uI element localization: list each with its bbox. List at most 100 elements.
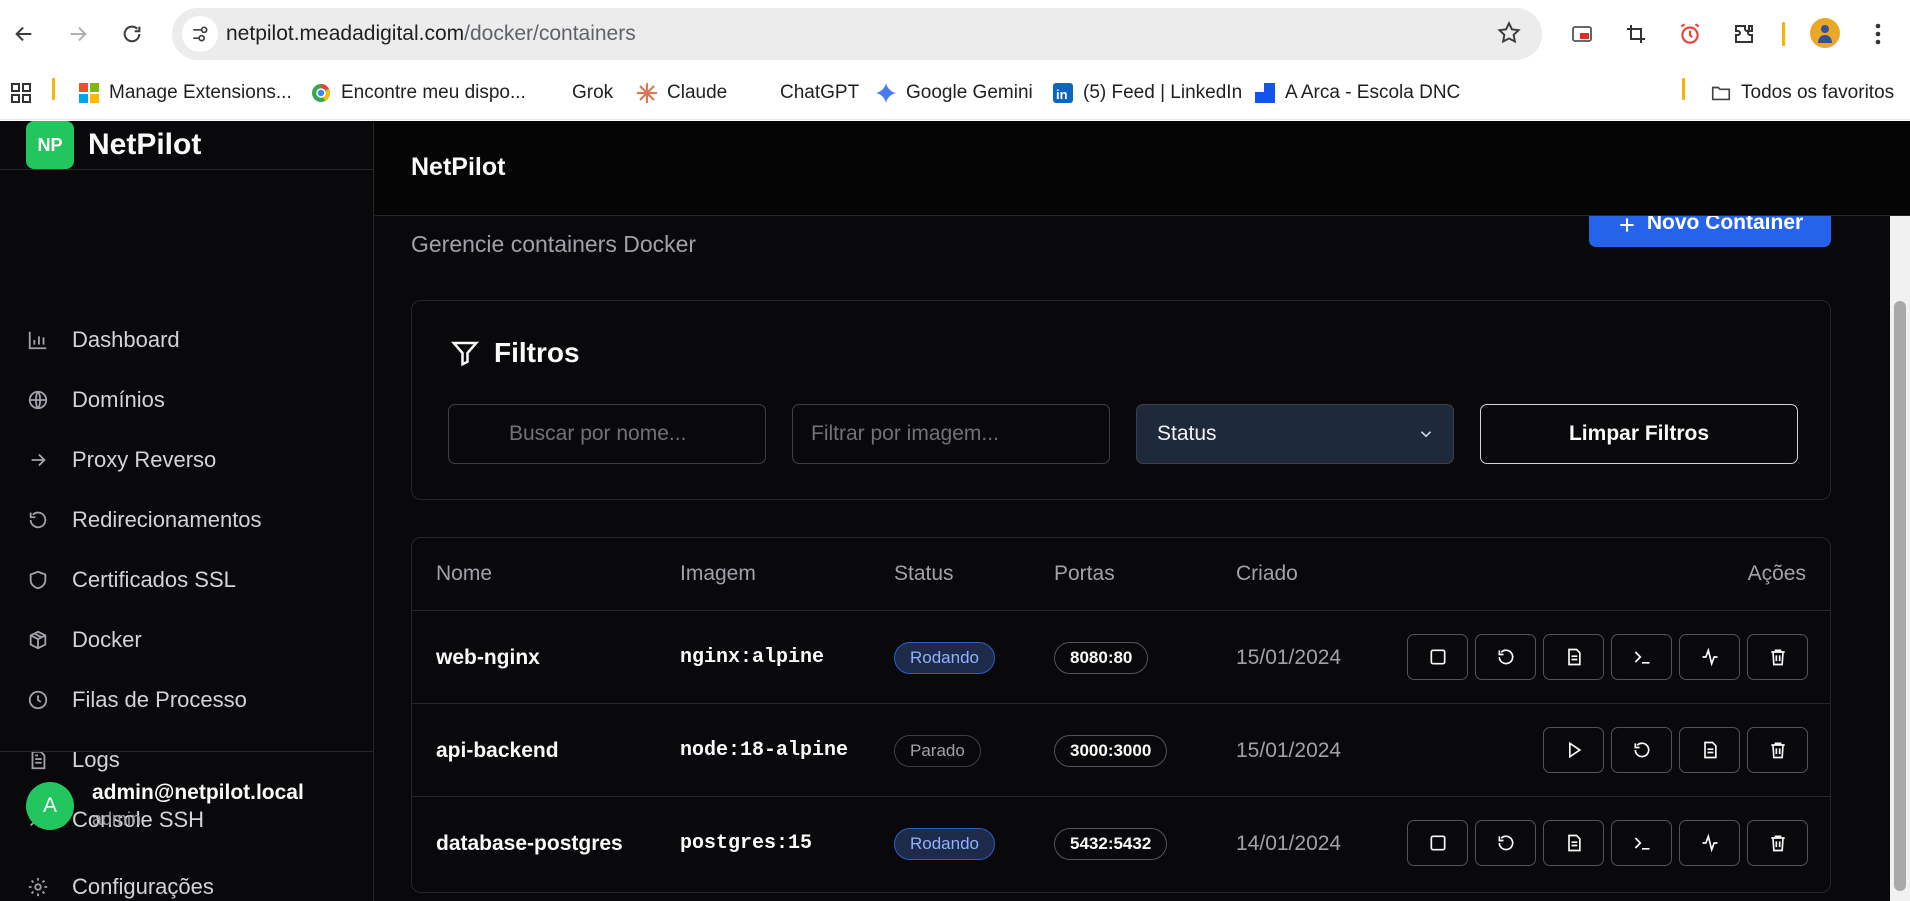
forward-button[interactable] bbox=[58, 14, 98, 54]
sidebar-item-dominios[interactable]: Domínios bbox=[26, 380, 356, 420]
folder-icon bbox=[1711, 86, 1731, 101]
logs-button[interactable] bbox=[1543, 820, 1604, 866]
google-find-device-icon bbox=[312, 84, 330, 102]
terminal-icon bbox=[1634, 651, 1649, 664]
sidebar-item-proxy-reverso[interactable]: Proxy Reverso bbox=[26, 440, 356, 480]
delete-button[interactable] bbox=[1747, 820, 1808, 866]
stop-button[interactable] bbox=[1407, 820, 1468, 866]
sidebar-item-filas-de-processo[interactable]: Filas de Processo bbox=[26, 680, 356, 720]
search-input[interactable] bbox=[448, 404, 766, 464]
image-filter-input[interactable] bbox=[792, 404, 1110, 464]
search-field[interactable] bbox=[448, 404, 766, 464]
play-icon bbox=[1568, 741, 1581, 759]
brand-logo: NP bbox=[26, 121, 74, 169]
brand[interactable]: NP NetPilot bbox=[26, 121, 201, 169]
alarm-extension-icon[interactable] bbox=[1670, 14, 1710, 54]
row-actions bbox=[1407, 820, 1808, 866]
page-scrollbar[interactable] bbox=[1890, 121, 1910, 901]
delete-button[interactable] bbox=[1747, 727, 1808, 773]
box-icon bbox=[26, 628, 50, 652]
stats-button[interactable] bbox=[1679, 820, 1740, 866]
table-row: api-backend node:18-alpine Parado 3000:3… bbox=[412, 703, 1830, 796]
clear-filters-button[interactable]: Limpar Filtros bbox=[1480, 404, 1798, 464]
address-bar[interactable]: netpilot.meadadigital.com/docker/contain… bbox=[172, 8, 1542, 60]
created-date: 15/01/2024 bbox=[1236, 738, 1342, 762]
microsoft-icon bbox=[79, 83, 99, 103]
bookmark-star-icon[interactable] bbox=[1496, 20, 1522, 46]
bookmark-item[interactable]: ChatGPT bbox=[780, 78, 859, 108]
scroll-thumb[interactable] bbox=[1894, 301, 1906, 891]
extensions-puzzle-icon[interactable] bbox=[1724, 14, 1764, 54]
port-badge: 8080:80 bbox=[1054, 641, 1149, 674]
column-header: Nome bbox=[436, 562, 493, 585]
sidebar-item-docker[interactable]: Docker bbox=[26, 620, 356, 660]
rotate-ccw-icon bbox=[26, 508, 50, 532]
sidebar-item-logs[interactable]: Logs bbox=[26, 740, 356, 780]
restart-button[interactable] bbox=[1475, 820, 1536, 866]
container-name: api-backend bbox=[436, 738, 559, 762]
column-header: Imagem bbox=[680, 562, 756, 585]
apps-grid-icon[interactable] bbox=[10, 78, 32, 108]
containers-table: Nome Imagem Status Portas Criado Ações w… bbox=[411, 537, 1831, 893]
all-bookmarks-folder[interactable]: Todos os favoritos bbox=[1710, 78, 1894, 108]
status-select[interactable]: Status bbox=[1136, 404, 1454, 464]
stats-button[interactable] bbox=[1679, 634, 1740, 680]
rotate-ccw-icon bbox=[1498, 835, 1513, 851]
column-header: Status bbox=[894, 562, 954, 585]
sidebar-item-redirecionamentos[interactable]: Redirecionamentos bbox=[26, 500, 356, 540]
sidebar-item-configuracoes[interactable]: Configurações bbox=[26, 867, 356, 901]
chevron-down-icon bbox=[1420, 431, 1432, 438]
restart-button[interactable] bbox=[1611, 727, 1672, 773]
bookmark-item[interactable]: in (5) Feed | LinkedIn bbox=[1052, 78, 1242, 108]
rotate-ccw-icon bbox=[1498, 649, 1513, 665]
bookmarks-divider-right bbox=[1682, 78, 1685, 100]
cast-icon[interactable] bbox=[1562, 14, 1602, 54]
bookmark-item[interactable]: Encontre meu dispo... bbox=[310, 78, 526, 108]
site-settings-icon[interactable] bbox=[182, 16, 218, 52]
bookmark-item[interactable]: A Arca - Escola DNC bbox=[1254, 78, 1460, 108]
stop-button[interactable] bbox=[1407, 634, 1468, 680]
menu-dots-icon[interactable] bbox=[1858, 14, 1898, 54]
sidebar-item-certificados-ssl[interactable]: Certificados SSL bbox=[26, 560, 356, 600]
user-profile[interactable]: A admin@netpilot.local admin bbox=[26, 781, 304, 830]
top-header: NetPilot bbox=[375, 121, 1910, 216]
restart-button[interactable] bbox=[1475, 634, 1536, 680]
gear-icon bbox=[26, 875, 50, 899]
file-text-icon bbox=[1567, 834, 1581, 852]
arca-icon bbox=[1255, 83, 1275, 103]
terminal-button[interactable] bbox=[1611, 820, 1672, 866]
trash-icon bbox=[1770, 742, 1785, 759]
bookmarks-bar: Manage Extensions... Encontre meu dispo.… bbox=[0, 68, 1910, 120]
table-row: database-postgres postgres:15 Rodando 54… bbox=[412, 796, 1830, 889]
row-actions bbox=[1407, 634, 1808, 680]
row-actions bbox=[1543, 727, 1808, 773]
user-role: admin bbox=[92, 809, 142, 829]
bookmark-item[interactable]: Claude bbox=[636, 78, 727, 108]
header-title: NetPilot bbox=[411, 153, 506, 181]
trash-icon bbox=[1770, 649, 1785, 666]
column-header: Ações bbox=[1747, 562, 1806, 585]
back-button[interactable] bbox=[4, 14, 44, 54]
delete-button[interactable] bbox=[1747, 634, 1808, 680]
reload-button[interactable] bbox=[112, 14, 152, 54]
bookmark-item[interactable]: Manage Extensions... bbox=[78, 78, 292, 108]
bookmark-item[interactable]: Google Gemini bbox=[875, 78, 1033, 108]
logs-button[interactable] bbox=[1543, 634, 1604, 680]
logs-button[interactable] bbox=[1679, 727, 1740, 773]
browser-toolbar: netpilot.meadadigital.com/docker/contain… bbox=[0, 0, 1910, 68]
bookmark-item[interactable]: Grok bbox=[572, 78, 613, 108]
gemini-icon bbox=[876, 83, 896, 103]
crop-extension-icon[interactable] bbox=[1616, 14, 1656, 54]
terminal-button[interactable] bbox=[1611, 634, 1672, 680]
start-button[interactable] bbox=[1543, 727, 1604, 773]
globe-icon bbox=[26, 388, 50, 412]
bookmarks-divider bbox=[52, 78, 55, 100]
arrow-right-icon bbox=[26, 448, 50, 472]
activity-icon bbox=[1702, 833, 1717, 853]
activity-icon bbox=[1702, 647, 1717, 667]
sidebar-item-dashboard[interactable]: Dashboard bbox=[26, 320, 356, 360]
column-header: Criado bbox=[1236, 562, 1298, 585]
profile-avatar[interactable] bbox=[1810, 18, 1840, 48]
user-email: admin@netpilot.local bbox=[92, 781, 304, 804]
svg-text:in: in bbox=[1056, 87, 1068, 102]
